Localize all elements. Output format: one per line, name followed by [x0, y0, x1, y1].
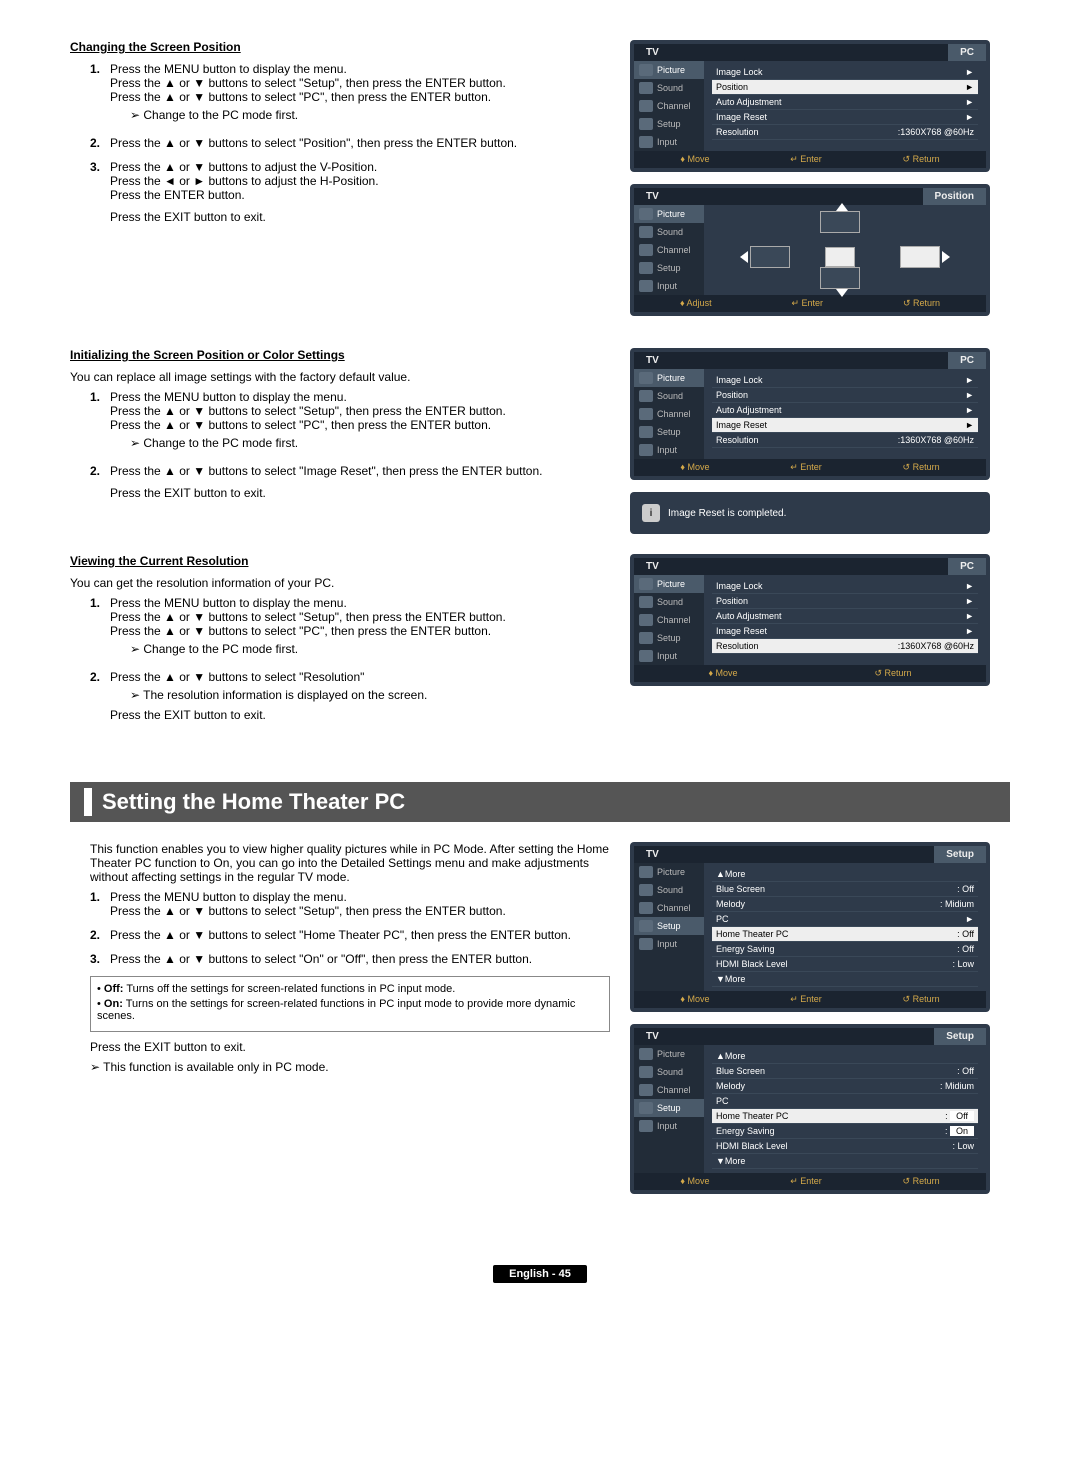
page-footer: English - 45: [70, 1266, 1010, 1280]
s4-intro: This function enables you to view higher…: [90, 842, 610, 884]
s4-exit: Press the EXIT button to exit.: [90, 1040, 610, 1054]
section3-title: Viewing the Current Resolution: [70, 554, 610, 568]
osd-pc-position: TVPC Picture Sound Channel Setup Input I…: [630, 40, 990, 172]
s4-note: This function is available only in PC mo…: [90, 1060, 610, 1074]
s2-step2: Press the ▲ or ▼ buttons to select "Imag…: [110, 464, 610, 500]
section2-title: Initializing the Screen Position or Colo…: [70, 348, 610, 362]
s4-step1: Press the MENU button to display the men…: [110, 890, 610, 918]
info-icon: i: [642, 504, 660, 522]
s1-step2: Press the ▲ or ▼ buttons to select "Posi…: [110, 136, 610, 150]
s3-intro: You can get the resolution information o…: [70, 576, 610, 590]
s4-step3: Press the ▲ or ▼ buttons to select "On" …: [110, 952, 610, 966]
osd-message: i Image Reset is completed.: [630, 492, 990, 534]
s3-step2: Press the ▲ or ▼ buttons to select "Reso…: [110, 670, 610, 722]
s2-step1: Press the MENU button to display the men…: [110, 390, 610, 454]
osd-setup-htpc: TVSetup Picture Sound Channel Setup Inpu…: [630, 842, 990, 1012]
s4-bullets: Off: Off: Turns off the settings for scr…: [90, 976, 610, 1032]
section1-title: Changing the Screen Position: [70, 40, 610, 54]
s2-intro: You can replace all image settings with …: [70, 370, 610, 384]
osd-pc-imagereset: TVPC Picture Sound Channel Setup Input I…: [630, 348, 990, 480]
big-heading: Setting the Home Theater PC: [70, 782, 1010, 822]
osd-position-adjust: TVPosition Picture Sound Channel Setup I…: [630, 184, 990, 316]
s1-step3: Press the ▲ or ▼ buttons to adjust the V…: [110, 160, 610, 224]
s3-step1: Press the MENU button to display the men…: [110, 596, 610, 660]
s4-step2: Press the ▲ or ▼ buttons to select "Home…: [110, 928, 610, 942]
osd-pc-resolution: TVPC Picture Sound Channel Setup Input I…: [630, 554, 990, 686]
s1-step1: Press the MENU button to display the men…: [110, 62, 610, 126]
osd-setup-htpc-select: TVSetup Picture Sound Channel Setup Inpu…: [630, 1024, 990, 1194]
s1-note1: Change to the PC mode first.: [130, 108, 610, 122]
